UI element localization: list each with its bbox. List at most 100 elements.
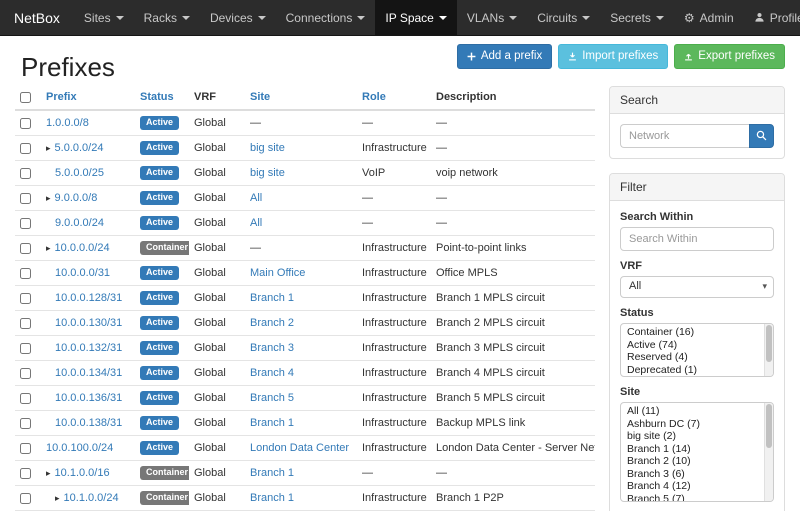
- prefix-link[interactable]: 10.0.0.134/31: [55, 367, 122, 379]
- row-checkbox[interactable]: [20, 418, 31, 429]
- brand-link[interactable]: NetBox: [0, 0, 74, 35]
- site-link[interactable]: Branch 2: [250, 317, 294, 329]
- select-option[interactable]: Reserved (4): [621, 351, 763, 364]
- profile-link[interactable]: Profile: [744, 0, 800, 35]
- row-checkbox[interactable]: [20, 268, 31, 279]
- add-prefix-button[interactable]: Add a prefix: [457, 44, 552, 69]
- prefix-table-body: 1.0.0.0/8ActiveGlobal———▸5.0.0.0/24Activ…: [15, 110, 595, 511]
- prefix-link[interactable]: 10.1.0.0/16: [55, 467, 110, 479]
- description-value: —: [436, 117, 447, 129]
- select-all-checkbox[interactable]: [20, 92, 31, 103]
- row-checkbox[interactable]: [20, 368, 31, 379]
- nav-label: Secrets: [610, 11, 651, 25]
- site-link[interactable]: London Data Center: [250, 442, 349, 454]
- nav-item-secrets[interactable]: Secrets: [600, 0, 674, 35]
- prefix-link[interactable]: 10.0.0.132/31: [55, 342, 122, 354]
- nav-item-devices[interactable]: Devices: [200, 0, 276, 35]
- row-checkbox[interactable]: [20, 393, 31, 404]
- site-empty: —: [250, 117, 261, 129]
- prefix-table: Prefix Status VRF Site Role Description …: [15, 86, 595, 511]
- search-within-input[interactable]: [620, 227, 774, 251]
- prefix-link[interactable]: 5.0.0.0/25: [55, 167, 104, 179]
- row-checkbox[interactable]: [20, 343, 31, 354]
- site-multiselect[interactable]: All (11)Ashburn DC (7)big site (2)Branch…: [620, 402, 774, 502]
- nav-item-connections[interactable]: Connections: [276, 0, 376, 35]
- table-row: 10.0.100.0/24ActiveGlobalLondon Data Cen…: [15, 436, 595, 461]
- site-link[interactable]: Main Office: [250, 267, 305, 279]
- select-option[interactable]: Branch 4 (12): [621, 480, 763, 493]
- status-badge: Active: [140, 416, 179, 430]
- site-link[interactable]: All: [250, 217, 262, 229]
- site-link[interactable]: Branch 3: [250, 342, 294, 354]
- select-option[interactable]: Branch 1 (14): [621, 443, 763, 456]
- row-checkbox[interactable]: [20, 493, 31, 504]
- row-checkbox[interactable]: [20, 318, 31, 329]
- row-checkbox[interactable]: [20, 193, 31, 204]
- prefix-link[interactable]: 9.0.0.0/8: [55, 192, 98, 204]
- search-icon: [756, 129, 767, 144]
- select-option[interactable]: Active (74): [621, 339, 763, 352]
- select-option[interactable]: All (11): [621, 405, 763, 418]
- select-option[interactable]: Deprecated (1): [621, 364, 763, 377]
- select-option[interactable]: Branch 5 (7): [621, 493, 763, 503]
- sort-site[interactable]: Site: [250, 91, 270, 103]
- site-link[interactable]: Branch 1: [250, 417, 294, 429]
- scrollbar[interactable]: [764, 403, 773, 501]
- row-checkbox[interactable]: [20, 168, 31, 179]
- site-link[interactable]: Branch 5: [250, 392, 294, 404]
- role-value: Infrastructure: [362, 317, 427, 329]
- status-multiselect[interactable]: Container (16)Active (74)Reserved (4)Dep…: [620, 323, 774, 377]
- nav-item-circuits[interactable]: Circuits: [527, 0, 600, 35]
- export-prefixes-button[interactable]: Export prefixes: [674, 44, 785, 69]
- site-link[interactable]: big site: [250, 142, 285, 154]
- prefix-link[interactable]: 10.0.0.128/31: [55, 292, 122, 304]
- row-checkbox[interactable]: [20, 218, 31, 229]
- scrollbar[interactable]: [764, 324, 773, 376]
- site-link[interactable]: Branch 1: [250, 292, 294, 304]
- select-option[interactable]: Ashburn DC (7): [621, 418, 763, 431]
- select-option[interactable]: Branch 2 (10): [621, 455, 763, 468]
- nav-item-vlans[interactable]: VLANs: [457, 0, 527, 35]
- site-link[interactable]: big site: [250, 167, 285, 179]
- prefix-link[interactable]: 9.0.0.0/24: [55, 217, 104, 229]
- prefix-link[interactable]: 10.0.0.136/31: [55, 392, 122, 404]
- prefix-link[interactable]: 10.0.0.0/31: [55, 267, 110, 279]
- nav-item-sites[interactable]: Sites: [74, 0, 134, 35]
- sort-prefix[interactable]: Prefix: [46, 91, 77, 103]
- table-row: ▸10.0.0.0/24ContainerGlobal—Infrastructu…: [15, 236, 595, 261]
- row-checkbox[interactable]: [20, 468, 31, 479]
- select-option[interactable]: big site (2): [621, 430, 763, 443]
- row-checkbox[interactable]: [20, 443, 31, 454]
- site-link[interactable]: All: [250, 192, 262, 204]
- vrf-select[interactable]: All ▾: [620, 276, 774, 298]
- expand-arrow-icon: ▸: [46, 243, 51, 253]
- vrf-value: Global: [194, 367, 226, 379]
- prefix-link[interactable]: 5.0.0.0/24: [55, 142, 104, 154]
- sort-role[interactable]: Role: [362, 91, 386, 103]
- scrollbar-thumb[interactable]: [766, 325, 772, 362]
- prefix-link[interactable]: 10.0.100.0/24: [46, 442, 113, 454]
- scrollbar-thumb[interactable]: [766, 404, 772, 448]
- search-panel-title: Search: [610, 87, 784, 114]
- prefix-link[interactable]: 10.0.0.0/24: [55, 242, 110, 254]
- search-button[interactable]: [749, 124, 774, 148]
- prefix-link[interactable]: 10.1.0.0/24: [64, 492, 119, 504]
- site-link[interactable]: Branch 1: [250, 492, 294, 504]
- site-link[interactable]: Branch 1: [250, 467, 294, 479]
- row-checkbox[interactable]: [20, 118, 31, 129]
- search-input[interactable]: [620, 124, 749, 148]
- admin-link[interactable]: ⚙ Admin: [674, 0, 744, 35]
- prefix-link[interactable]: 10.0.0.138/31: [55, 417, 122, 429]
- import-prefixes-button[interactable]: Import prefixes: [558, 44, 668, 69]
- row-checkbox[interactable]: [20, 243, 31, 254]
- select-option[interactable]: Container (16): [621, 326, 763, 339]
- site-link[interactable]: Branch 4: [250, 367, 294, 379]
- row-checkbox[interactable]: [20, 293, 31, 304]
- nav-item-ip-space[interactable]: IP Space: [375, 0, 456, 35]
- select-option[interactable]: Branch 3 (6): [621, 468, 763, 481]
- row-checkbox[interactable]: [20, 143, 31, 154]
- nav-item-racks[interactable]: Racks: [134, 0, 200, 35]
- sort-status[interactable]: Status: [140, 91, 174, 103]
- prefix-link[interactable]: 1.0.0.0/8: [46, 117, 89, 129]
- prefix-link[interactable]: 10.0.0.130/31: [55, 317, 122, 329]
